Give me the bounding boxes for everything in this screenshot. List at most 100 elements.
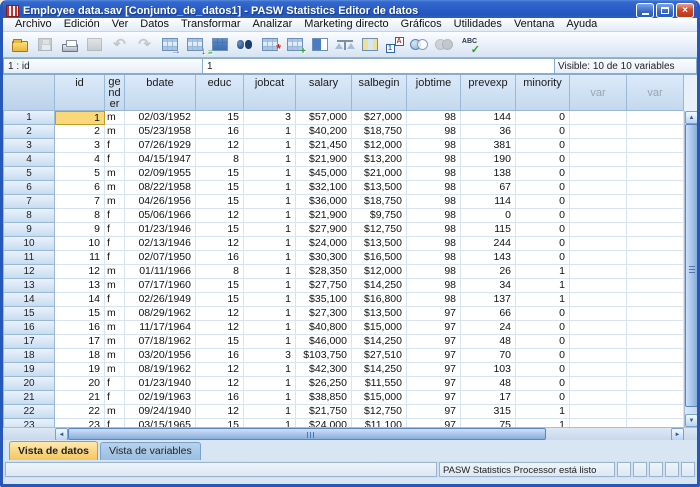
data-cell[interactable]: 1	[516, 293, 570, 307]
menu-item-ventana[interactable]: Ventana	[508, 18, 560, 31]
data-cell[interactable]: 0	[516, 335, 570, 349]
data-cell[interactable]: 244	[461, 237, 516, 251]
data-cell[interactable]: 98	[407, 223, 461, 237]
tab-data-view[interactable]: Vista de datos	[9, 441, 98, 460]
row-header[interactable]: 4	[3, 153, 55, 167]
data-cell[interactable]: 36	[461, 125, 516, 139]
data-cell[interactable]: $21,000	[352, 167, 407, 181]
weight-cases-icon[interactable]	[332, 33, 357, 57]
data-cell[interactable]: 143	[461, 251, 516, 265]
select-cases-icon[interactable]	[357, 33, 382, 57]
data-cell[interactable]: 08/22/1958	[125, 181, 196, 195]
data-cell[interactable]: $46,000	[296, 335, 352, 349]
data-cell[interactable]: 21	[55, 391, 105, 405]
data-cell-var[interactable]	[627, 363, 684, 377]
data-cell[interactable]: 98	[407, 209, 461, 223]
data-cell[interactable]: $9,750	[352, 209, 407, 223]
data-cell[interactable]: $103,750	[296, 349, 352, 363]
data-cell[interactable]: $14,250	[352, 363, 407, 377]
data-cell[interactable]: f	[105, 377, 125, 391]
data-cell[interactable]: 0	[516, 111, 570, 125]
use-variable-sets-icon[interactable]	[407, 33, 432, 57]
data-cell[interactable]: 34	[461, 279, 516, 293]
data-cell[interactable]: f	[105, 419, 125, 427]
data-cell[interactable]: 07/18/1962	[125, 335, 196, 349]
row-header[interactable]: 23	[3, 419, 55, 427]
data-cell[interactable]: 1	[244, 251, 296, 265]
data-cell[interactable]: 0	[516, 181, 570, 195]
data-cell[interactable]: m	[105, 167, 125, 181]
open-data-document-icon[interactable]	[7, 33, 32, 57]
data-cell[interactable]: 12	[55, 265, 105, 279]
row-header[interactable]: 21	[3, 391, 55, 405]
data-cell[interactable]: f	[105, 223, 125, 237]
data-cell[interactable]: 1	[244, 279, 296, 293]
data-cell[interactable]: 144	[461, 111, 516, 125]
data-cell[interactable]: $11,550	[352, 377, 407, 391]
data-cell[interactable]: 0	[516, 377, 570, 391]
data-cell[interactable]: 97	[407, 363, 461, 377]
data-cell-var[interactable]	[570, 307, 627, 321]
minimize-button[interactable]	[636, 3, 654, 18]
data-cell-var[interactable]	[627, 279, 684, 293]
data-cell[interactable]: 15	[196, 335, 244, 349]
data-cell[interactable]: $15,000	[352, 391, 407, 405]
column-header-jobtime[interactable]: jobtime	[407, 75, 461, 111]
row-header[interactable]: 19	[3, 363, 55, 377]
menu-item-marketing-directo[interactable]: Marketing directo	[298, 18, 394, 31]
data-cell[interactable]: 1	[244, 377, 296, 391]
data-cell-var[interactable]	[627, 293, 684, 307]
menu-item-transformar[interactable]: Transformar	[175, 18, 247, 31]
data-cell[interactable]: 15	[196, 111, 244, 125]
data-cell[interactable]: 01/23/1946	[125, 223, 196, 237]
data-cell[interactable]: 381	[461, 139, 516, 153]
data-cell[interactable]: 1	[244, 307, 296, 321]
data-cell[interactable]: $30,300	[296, 251, 352, 265]
data-cell[interactable]: 0	[516, 321, 570, 335]
data-cell[interactable]: 70	[461, 349, 516, 363]
row-header[interactable]: 18	[3, 349, 55, 363]
data-cell[interactable]: 98	[407, 237, 461, 251]
column-header-salary[interactable]: salary	[296, 75, 352, 111]
data-cell[interactable]: 03/20/1956	[125, 349, 196, 363]
data-cell[interactable]: 12	[196, 209, 244, 223]
data-cell[interactable]: $18,750	[352, 195, 407, 209]
data-cell[interactable]: 16	[196, 125, 244, 139]
data-cell[interactable]: 1	[244, 139, 296, 153]
data-cell[interactable]: $13,500	[352, 181, 407, 195]
data-cell[interactable]: m	[105, 279, 125, 293]
column-header-jobcat[interactable]: jobcat	[244, 75, 296, 111]
data-cell[interactable]: 1	[244, 223, 296, 237]
data-cell[interactable]: 75	[461, 419, 516, 427]
column-header-var[interactable]: var	[570, 75, 627, 111]
horizontal-scrollbar[interactable]: ◄ ►	[3, 427, 697, 440]
data-cell[interactable]: 0	[516, 153, 570, 167]
data-cell[interactable]: 190	[461, 153, 516, 167]
data-cell-var[interactable]	[627, 167, 684, 181]
data-cell-var[interactable]	[570, 335, 627, 349]
row-header[interactable]: 1	[3, 111, 55, 125]
data-cell[interactable]: 26	[461, 265, 516, 279]
data-cell[interactable]: 1	[244, 125, 296, 139]
data-cell[interactable]: 0	[516, 237, 570, 251]
data-cell-var[interactable]	[627, 265, 684, 279]
go-to-case-icon[interactable]: →	[157, 33, 182, 57]
data-cell[interactable]: 315	[461, 405, 516, 419]
data-cell[interactable]: 98	[407, 293, 461, 307]
data-cell[interactable]: 08/29/1962	[125, 307, 196, 321]
data-cell[interactable]: $35,100	[296, 293, 352, 307]
data-cell[interactable]: 97	[407, 405, 461, 419]
data-cell-var[interactable]	[570, 153, 627, 167]
data-cell[interactable]: $28,350	[296, 265, 352, 279]
row-header[interactable]: 17	[3, 335, 55, 349]
row-header[interactable]: 12	[3, 265, 55, 279]
data-cell-var[interactable]	[570, 251, 627, 265]
data-cell[interactable]: 1	[244, 363, 296, 377]
data-cell[interactable]: f	[105, 251, 125, 265]
data-cell-var[interactable]	[627, 251, 684, 265]
data-cell[interactable]: $14,250	[352, 335, 407, 349]
data-cell-var[interactable]	[570, 321, 627, 335]
data-cell-var[interactable]	[570, 139, 627, 153]
data-cell[interactable]: 1	[244, 419, 296, 427]
data-cell[interactable]: $11,100	[352, 419, 407, 427]
